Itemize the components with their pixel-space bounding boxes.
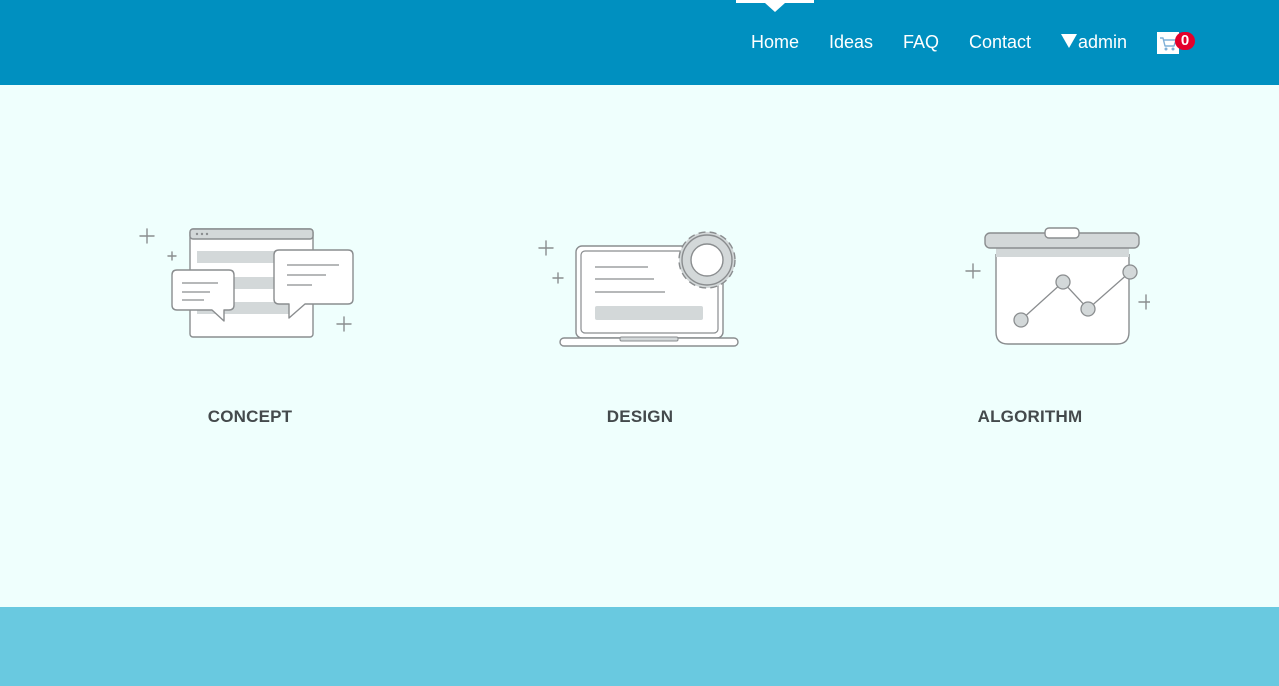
caret-down-icon xyxy=(1061,33,1077,48)
laptop-gear-icon xyxy=(538,231,739,347)
chat-window-icon xyxy=(139,228,354,338)
feature-label-design: DESIGN xyxy=(606,407,674,426)
cart-count-badge: 0 xyxy=(1175,32,1195,50)
nav-link-ideas[interactable]: Ideas xyxy=(829,31,873,53)
top-navigation-bar: Home Ideas FAQ Contact admin 0 xyxy=(0,0,1279,85)
feature-concept: CONCEPT xyxy=(100,210,400,440)
feature-label-concept: CONCEPT xyxy=(207,407,293,426)
nav-link-faq[interactable]: FAQ xyxy=(903,31,939,53)
user-menu-admin[interactable]: admin xyxy=(1061,31,1127,53)
active-tab-indicator xyxy=(736,0,814,12)
footer-band xyxy=(0,607,1279,686)
cart-button[interactable]: 0 xyxy=(1157,31,1197,55)
feature-algorithm: ALGORITHM xyxy=(880,210,1180,440)
user-menu-label: admin xyxy=(1078,32,1128,52)
nav-link-home[interactable]: Home xyxy=(751,31,799,53)
feature-label-algorithm: ALGORITHM xyxy=(977,407,1083,426)
feature-design: DESIGN xyxy=(490,210,790,440)
nav-link-contact[interactable]: Contact xyxy=(969,31,1031,53)
chart-board-icon xyxy=(965,227,1150,345)
